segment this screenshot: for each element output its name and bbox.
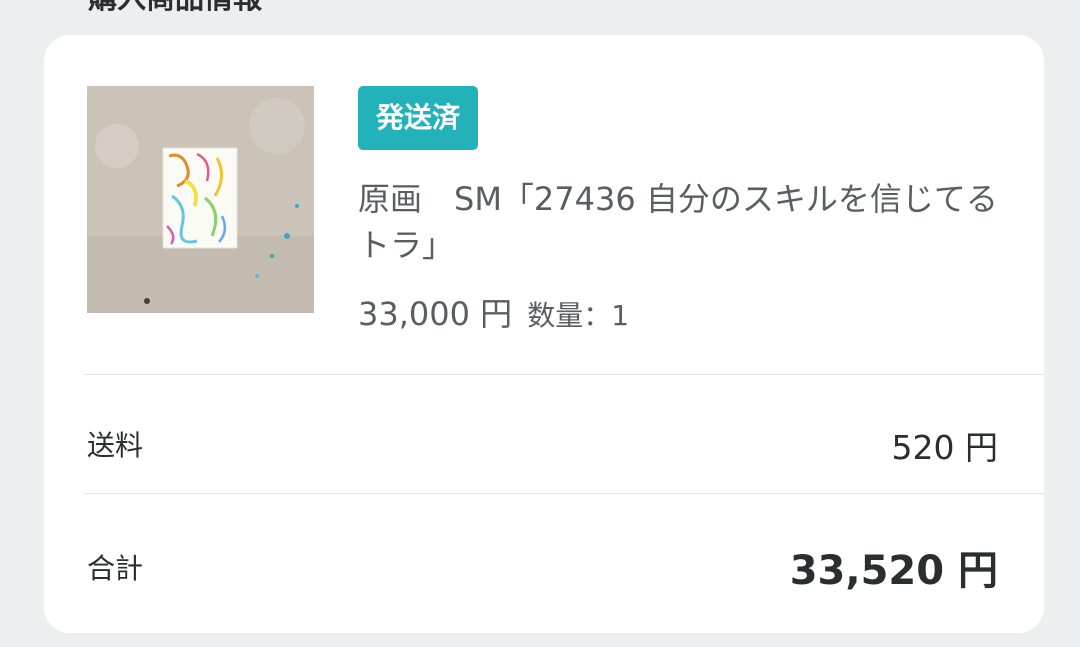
shipping-value: 520 円 [891, 428, 998, 467]
total-value: 33,520 円 [789, 548, 998, 594]
total-label: 合計 [87, 552, 144, 585]
section-title: 購入商品情報 [88, 0, 262, 16]
divider [84, 374, 1044, 375]
order-detail-page: 購入商品情報 [0, 0, 1080, 647]
order-item-card: 発送済 原画 SM「27436 自分のスキルを信じてる トラ」 33,000 円… [44, 35, 1044, 633]
divider [84, 493, 1044, 494]
shipping-label: 送料 [87, 429, 144, 462]
status-badge: 発送済 [358, 86, 479, 150]
artwork-thumbnail-icon [87, 86, 314, 313]
product-thumbnail[interactable] [87, 86, 314, 313]
product-price: 33,000 円 [358, 295, 513, 333]
quantity-value: 1 [611, 299, 630, 332]
product-name[interactable]: 原画 SM「27436 自分のスキルを信じてる トラ」 [358, 176, 1030, 268]
quantity-label: 数量： [527, 299, 612, 332]
price-quantity-row: 33,000 円 数量：1 [358, 289, 629, 335]
